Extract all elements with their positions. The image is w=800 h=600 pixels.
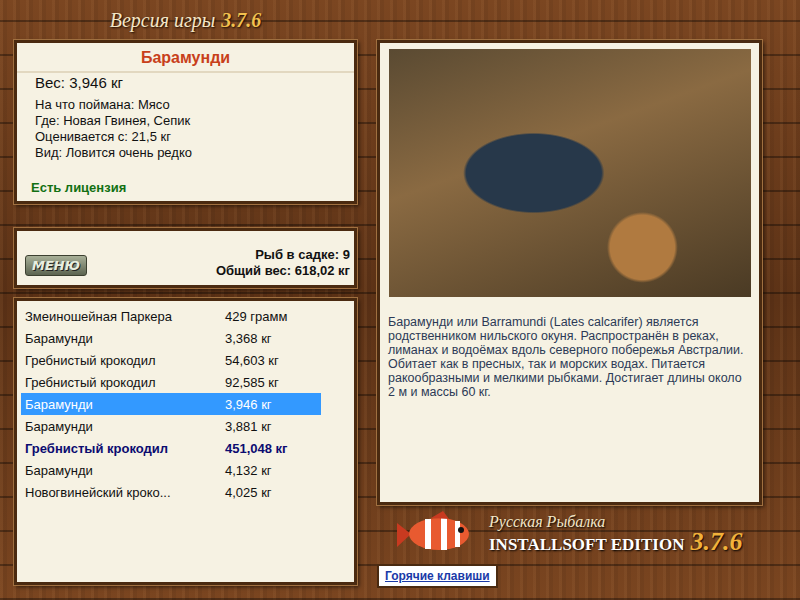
catch-row[interactable]: Барамунди3,881 кг <box>21 415 321 437</box>
fish-photo <box>389 49 751 297</box>
fish-info-panel: Барамунди или Barramundi (Lates calcarif… <box>377 40 762 505</box>
fish-detail: Где: Новая Гвинея, Сепик <box>35 113 338 129</box>
fish-description: Барамунди или Barramundi (Lates calcarif… <box>388 315 751 399</box>
left-column: Версия игры3.7.6БарамундиВес: 3,946 кгНа… <box>14 0 357 600</box>
catch-name: Барамунди <box>25 463 225 478</box>
game-screen: Версия игры3.7.6БарамундиВес: 3,946 кгНа… <box>0 0 800 600</box>
license-status: Есть лицензия <box>17 180 354 201</box>
fish-card: Барамунди Вес: 3,946 кг На что поймана: Мя… <box>14 40 357 204</box>
logo-edition-name: INSTALLSOFT EDITION <box>489 535 684 555</box>
logo-text: Русская Рыбалка INSTALLSOFT EDITION 3.7.6 <box>489 512 742 555</box>
fish-detail: На что поймана: Мясо <box>35 97 338 113</box>
fish-details: Вес: 3,946 кг На что поймана: МясоГде: Но… <box>17 73 354 161</box>
hotkeys-button[interactable]: Горячие клавиши <box>377 564 498 588</box>
logo-version: 3.7.6 <box>690 532 742 552</box>
fish-detail: Оценивается с: 21,5 кг <box>35 129 338 145</box>
fish-weight: Вес: 3,946 кг <box>35 75 338 91</box>
catch-row[interactable]: Барамунди3,368 кг <box>21 327 321 349</box>
catch-weight: 54,603 кг <box>225 353 321 368</box>
catch-name: Гребнистый крокодил <box>25 375 225 390</box>
catch-name: Новогвинейский кроко... <box>25 485 225 500</box>
fish-name: Барамунди <box>17 43 354 73</box>
catch-name: Гребнистый крокодил <box>25 441 225 456</box>
fish-detail: Вид: Ловится очень редко <box>35 145 338 161</box>
catch-name: Барамунди <box>25 419 225 434</box>
right-column: Барамунди или Barramundi (Lates calcarif… <box>377 0 762 600</box>
logo-title: Русская Рыбалка <box>489 512 742 532</box>
game-logo: Русская Рыбалка INSTALLSOFT EDITION 3.7.6 <box>377 505 762 562</box>
keepnet-panel: МЕНЮ Рыб в садке: 9Общий вес: 618,02 кг <box>14 228 357 288</box>
catch-name: Змеиношейная Паркера <box>25 309 225 324</box>
catch-weight: 4,132 кг <box>225 463 321 478</box>
logo-edition: INSTALLSOFT EDITION 3.7.6 <box>489 532 742 555</box>
catch-name: Барамунди <box>25 331 225 346</box>
total-weight: Общий вес: 618,02 кг <box>216 263 350 279</box>
catch-row[interactable]: Новогвинейский кроко...4,025 кг <box>21 481 321 503</box>
catch-row[interactable]: Гребнистый крокодил451,048 кг <box>21 437 321 459</box>
catch-row[interactable]: Гребнистый крокодил54,603 кг <box>21 349 321 371</box>
catch-weight: 3,881 кг <box>225 419 321 434</box>
version-number: 3.7.6 <box>221 9 261 32</box>
catch-weight: 429 грамм <box>225 309 321 324</box>
fish-logo-icon <box>391 509 481 559</box>
catch-weight: 3,368 кг <box>225 331 321 346</box>
catch-weight: 451,048 кг <box>225 441 321 456</box>
catch-name: Барамунди <box>25 397 225 412</box>
fish-count: Рыб в садке: 9 <box>216 247 350 263</box>
catch-row[interactable]: Змеиношейная Паркера429 грамм <box>21 305 321 327</box>
catch-row[interactable]: Барамунди4,132 кг <box>21 459 321 481</box>
menu-button[interactable]: МЕНЮ <box>25 255 87 276</box>
catch-weight: 92,585 кг <box>225 375 321 390</box>
keepnet-totals: Рыб в садке: 9Общий вес: 618,02 кг <box>216 247 350 279</box>
catch-name: Гребнистый крокодил <box>25 353 225 368</box>
catch-row[interactable]: Барамунди3,946 кг <box>21 393 321 415</box>
catch-list: Змеиношейная Паркера429 граммБарамунди3,… <box>14 298 357 585</box>
version-label: Версия игры <box>110 9 216 32</box>
catch-row[interactable]: Гребнистый крокодил92,585 кг <box>21 371 321 393</box>
version-header: Версия игры3.7.6 <box>14 0 357 40</box>
catch-weight: 4,025 кг <box>225 485 321 500</box>
catch-weight: 3,946 кг <box>225 397 321 412</box>
